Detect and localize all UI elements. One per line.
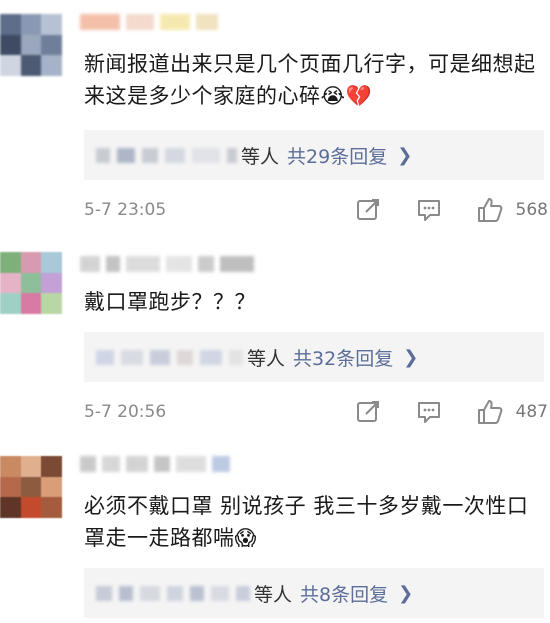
reply-users-suffix: 等人 (247, 347, 286, 370)
username[interactable] (80, 252, 254, 276)
view-replies-label: 共32条回复 (293, 347, 394, 370)
comment-text: 戴口罩跑步？？？ (84, 290, 256, 314)
avatar[interactable] (0, 252, 62, 314)
timestamp: 5-7 20:56 (84, 402, 167, 422)
reply-users-suffix: 等人 (254, 583, 293, 606)
comment-meta: 5-7 23:05 568 (84, 196, 548, 226)
view-replies-link[interactable]: 共32条回复 ❯ (293, 344, 418, 371)
reply-users-suffix: 等人 (241, 145, 280, 168)
reply-usernames (96, 147, 237, 163)
view-replies-link[interactable]: 共29条回复 ❯ (287, 142, 412, 169)
view-replies-link[interactable]: 共8条回复 ❯ (300, 580, 413, 607)
comment-text: 新闻报道出来只是几个页面几行字，可是细想起来这是多少个家庭的心碎😭💔 (84, 52, 536, 108)
comment-icon[interactable] (415, 196, 443, 224)
username[interactable] (80, 452, 230, 476)
share-icon[interactable] (354, 398, 382, 426)
reply-usernames (96, 349, 243, 365)
thumbs-up-icon[interactable] (476, 398, 504, 426)
view-replies-label: 共8条回复 (300, 583, 389, 606)
timestamp: 5-7 23:05 (84, 200, 167, 220)
avatar[interactable] (0, 456, 62, 518)
comment-meta: 5-7 20:56 487 (84, 398, 548, 428)
reply-summary[interactable]: 等人 共29条回复 ❯ (84, 130, 544, 180)
chevron-right-icon: ❯ (397, 144, 413, 166)
reply-summary[interactable]: 等人 共32条回复 ❯ (84, 332, 544, 382)
avatar[interactable] (0, 14, 62, 76)
comment-text: 必须不戴口罩 别说孩子 我三十多岁戴一次性口罩走一走路都喘😱 (84, 494, 529, 550)
like-count: 568 (515, 200, 548, 220)
reply-summary[interactable]: 等人 共8条回复 ❯ (84, 568, 544, 618)
chevron-right-icon: ❯ (398, 582, 414, 604)
view-replies-label: 共29条回复 (287, 145, 388, 168)
like-count: 487 (515, 402, 548, 422)
share-icon[interactable] (354, 196, 382, 224)
comment-icon[interactable] (415, 398, 443, 426)
thumbs-up-icon[interactable] (476, 196, 504, 224)
username[interactable] (80, 10, 218, 34)
chevron-right-icon: ❯ (403, 346, 419, 368)
reply-usernames (96, 585, 250, 601)
